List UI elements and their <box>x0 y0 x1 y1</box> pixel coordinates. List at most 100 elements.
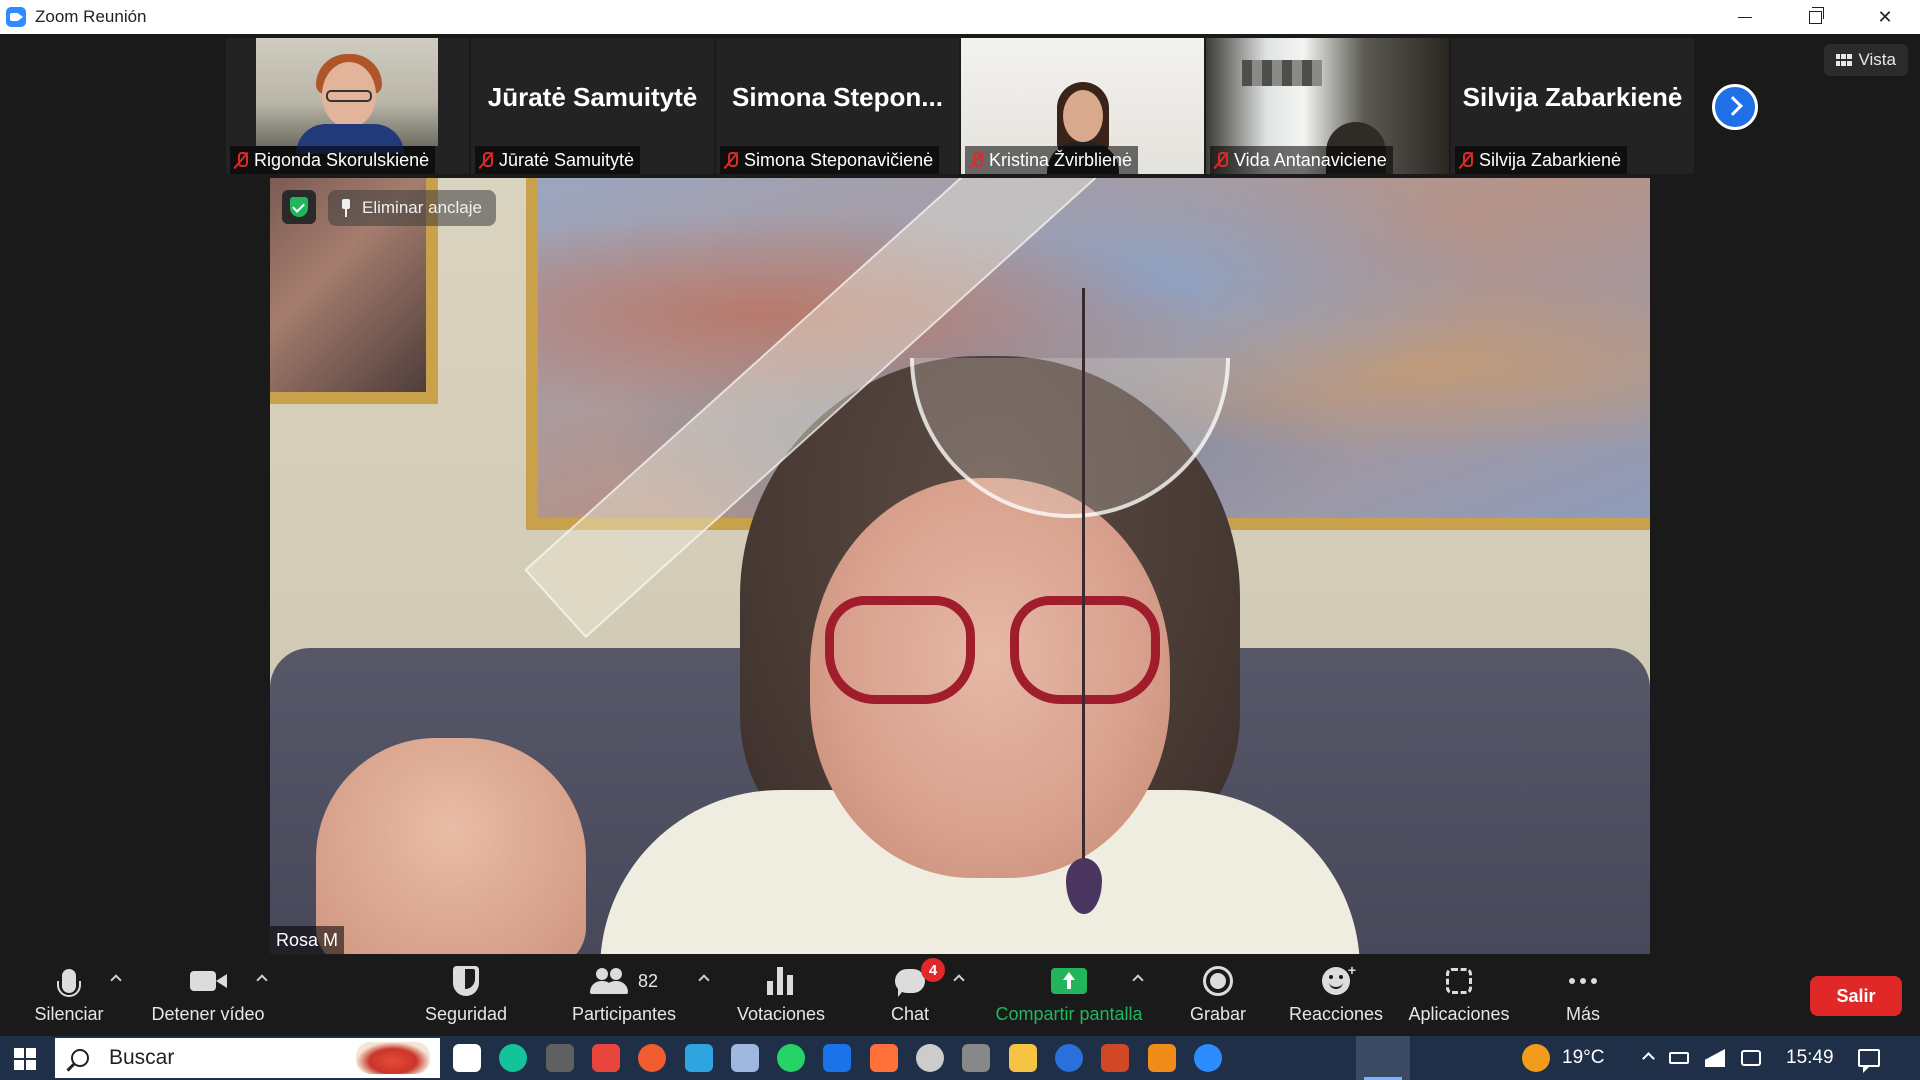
meeting-area: Rigonda Skorulskienė Jūratė Samuitytė Jū… <box>0 34 1920 960</box>
participant-tile[interactable]: Simona Stepon... Simona Steponavičienė <box>716 38 959 174</box>
zoom-icon[interactable] <box>1194 1044 1222 1072</box>
chat-button[interactable]: 4 Chat <box>870 958 950 1036</box>
participant-name-placeholder: Simona Stepon... <box>732 82 943 112</box>
participant-tile[interactable]: Kristina Žvirblienė <box>961 38 1204 174</box>
meet-now-icon[interactable] <box>1741 1050 1761 1066</box>
inkscape-icon[interactable] <box>916 1044 944 1072</box>
app-dark-icon[interactable] <box>546 1044 574 1072</box>
grammarly-icon[interactable] <box>499 1044 527 1072</box>
leave-meeting-button[interactable]: Salir <box>1810 976 1902 1016</box>
record-button[interactable]: Grabar <box>1178 960 1258 1036</box>
minimize-button[interactable] <box>1710 0 1780 34</box>
temperature: 19°C <box>1562 1047 1605 1068</box>
grid-view-icon <box>1835 54 1852 66</box>
file-explorer-icon[interactable] <box>1009 1044 1037 1072</box>
video-camera-icon <box>190 971 227 991</box>
taskbar-search[interactable]: Buscar <box>55 1038 440 1078</box>
muted-mic-icon <box>724 151 738 169</box>
share-screen-label: Compartir pantalla <box>995 1004 1143 1024</box>
app-gray-icon[interactable] <box>962 1044 990 1072</box>
shield-icon <box>453 966 479 996</box>
scanner-icon[interactable] <box>731 1044 759 1072</box>
chat-label: Chat <box>890 1004 930 1024</box>
whatsapp-icon[interactable] <box>777 1044 805 1072</box>
search-highlight-image <box>356 1042 430 1074</box>
teamviewer-icon[interactable] <box>823 1044 851 1072</box>
participant-strip: Rigonda Skorulskienė Jūratė Samuitytė Jū… <box>226 38 1696 174</box>
view-button[interactable]: Vista <box>1823 44 1908 76</box>
reactions-label: Reacciones <box>1288 1004 1384 1024</box>
meeting-encryption-badge[interactable] <box>282 190 316 224</box>
task-view-icon[interactable] <box>453 1044 481 1072</box>
participant-tile[interactable]: Jūratė Samuitytė Jūratė Samuitytė <box>471 38 714 174</box>
participant-name-label: Jūratė Samuitytė <box>475 146 641 174</box>
participant-video <box>256 38 438 154</box>
unpin-button[interactable]: Eliminar anclaje <box>328 190 496 226</box>
colorful-app-icon[interactable] <box>638 1044 666 1072</box>
plus-icon: + <box>1347 962 1356 978</box>
participant-name: Rigonda Skorulskienė <box>254 149 430 170</box>
notifications-button[interactable] <box>1858 1036 1880 1080</box>
participant-tile[interactable]: Rigonda Skorulskienė <box>226 38 469 174</box>
battery-icon[interactable] <box>1669 1052 1689 1064</box>
participant-name: Simona Steponavičienė <box>744 149 934 170</box>
more-label: Más <box>1565 1004 1600 1024</box>
restore-button[interactable] <box>1780 0 1850 34</box>
more-button[interactable]: Más <box>1552 960 1614 1036</box>
app-blue-icon[interactable] <box>1055 1044 1083 1072</box>
microphone-icon <box>57 969 81 997</box>
powerpoint-icon[interactable] <box>1101 1044 1129 1072</box>
share-screen-button[interactable]: Compartir pantalla <box>984 960 1154 1036</box>
participant-name-label: Vida Antanaviciene <box>1210 146 1393 174</box>
notifications-icon <box>1858 1049 1880 1073</box>
participant-name: Vida Antanaviciene <box>1234 149 1387 170</box>
participants-icon <box>589 968 628 994</box>
mute-button[interactable]: Silenciar <box>20 960 118 1036</box>
start-button[interactable] <box>14 1048 36 1070</box>
stop-video-button[interactable]: Detener vídeo <box>140 960 276 1036</box>
zoom-app-icon <box>6 7 26 27</box>
restore-icon <box>1808 6 1824 24</box>
smiley-icon <box>1322 967 1350 995</box>
speaker-name-label: Rosa M <box>270 926 345 954</box>
close-window-button[interactable]: ✕ <box>1850 0 1920 34</box>
weather-widget[interactable]: 19°C <box>1522 1036 1604 1080</box>
bar-chart-icon <box>767 967 795 995</box>
apps-button[interactable]: Aplicaciones <box>1404 960 1514 1036</box>
show-hidden-icons-chevron-icon[interactable] <box>1642 1051 1655 1065</box>
participants-options-caret[interactable] <box>698 974 710 986</box>
stop-video-label: Detener vídeo <box>151 1004 265 1024</box>
clock[interactable]: 15:49 <box>1786 1036 1834 1080</box>
participant-name: Silvija Zabarkienė <box>1479 149 1622 170</box>
close-icon: ✕ <box>1877 6 1893 27</box>
chrome-icon[interactable] <box>592 1044 620 1072</box>
system-tray <box>1642 1036 1761 1080</box>
participant-tile[interactable]: Silvija Zabarkienė Silvija Zabarkienė <box>1451 38 1694 174</box>
speaker-hand <box>316 738 586 954</box>
minimize-icon <box>1738 16 1752 18</box>
security-label: Seguridad <box>424 1004 508 1024</box>
main-speaker-video[interactable]: Eliminar anclaje Rosa M <box>270 178 1650 954</box>
more-dots-icon <box>1569 978 1597 984</box>
edge-icon[interactable] <box>685 1044 713 1072</box>
polls-button[interactable]: Votaciones <box>730 960 832 1036</box>
participants-button[interactable]: 82 Participantes <box>562 960 686 1036</box>
participant-name: Kristina Žvirblienė <box>989 149 1133 170</box>
muted-mic-icon <box>1459 151 1473 169</box>
muted-mic-icon <box>1214 151 1228 169</box>
search-label: Buscar <box>109 1046 175 1069</box>
network-icon[interactable] <box>1705 1049 1725 1067</box>
participant-name-placeholder: Silvija Zabarkienė <box>1462 82 1683 112</box>
reactions-button[interactable]: + Reacciones <box>1286 960 1386 1036</box>
plumb-string <box>1082 288 1085 908</box>
chat-options-caret[interactable] <box>953 974 965 986</box>
participant-name-label: Rigonda Skorulskienė <box>230 146 436 174</box>
polls-label: Votaciones <box>736 1004 826 1024</box>
participant-tile[interactable]: Vida Antanaviciene <box>1206 38 1449 174</box>
firefox-icon[interactable] <box>870 1044 898 1072</box>
next-page-button[interactable] <box>1712 84 1758 130</box>
vlc-icon[interactable] <box>1148 1044 1176 1072</box>
view-button-label: Vista <box>1858 50 1897 69</box>
security-button[interactable]: Seguridad <box>416 960 516 1036</box>
participant-name-label: Kristina Žvirblienė <box>965 146 1139 174</box>
